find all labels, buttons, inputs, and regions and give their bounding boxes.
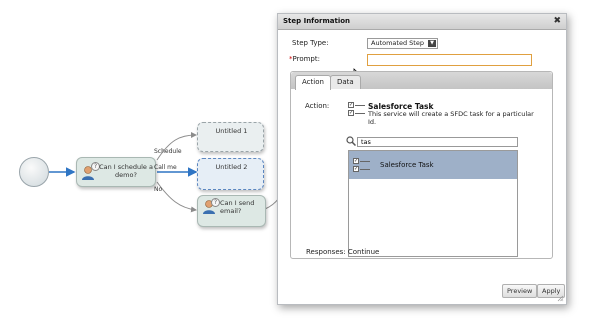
responses-label: Responses: xyxy=(306,248,346,256)
preview-button[interactable]: Preview xyxy=(502,284,538,298)
node-untitled-1[interactable]: Untitled 1 xyxy=(197,122,264,152)
dialog-title: Step Information xyxy=(283,17,351,25)
node-label: Can I schedule a demo? xyxy=(99,163,153,179)
checkbox-icon[interactable]: ✓ xyxy=(348,110,354,116)
prompt-input[interactable] xyxy=(367,54,532,66)
divider xyxy=(355,113,365,114)
checkbox-icon[interactable]: ✓ xyxy=(353,166,359,172)
search-icon xyxy=(346,136,356,146)
divider xyxy=(360,169,370,170)
node-label: Can I send email? xyxy=(220,199,255,215)
list-item[interactable]: ✓ ✓ Salesforce Task xyxy=(349,151,517,179)
action-description: This service will create a SFDC task for… xyxy=(368,110,534,126)
responses-row: Responses: Continue xyxy=(306,248,379,256)
tab-action[interactable]: Action xyxy=(295,75,331,90)
divider xyxy=(360,161,370,162)
checkbox-icon[interactable]: ✓ xyxy=(348,102,354,108)
resize-grip-icon[interactable] xyxy=(557,295,564,302)
question-icon: ? xyxy=(211,198,220,207)
action-checkbox-group: ✓ ✓ xyxy=(348,102,365,118)
edge-label-no: No xyxy=(154,186,163,193)
row-checkbox-group: ✓ ✓ xyxy=(353,158,370,174)
prompt-label-text: Prompt: xyxy=(292,55,320,63)
action-label: Action: xyxy=(305,102,330,110)
node-label: Untitled 2 xyxy=(215,163,248,171)
chevron-down-icon[interactable]: ▼ xyxy=(428,40,436,47)
tab-strip: Action Data xyxy=(291,72,552,90)
node-send-email[interactable]: ? Can I send email? xyxy=(197,195,266,227)
edge-label-call-me: Call me xyxy=(154,164,177,171)
node-untitled-2[interactable]: Untitled 2 xyxy=(197,158,264,190)
step-type-label: Step Type: xyxy=(292,39,329,47)
dialog-titlebar[interactable]: Step Information ✖ xyxy=(278,14,566,30)
action-search-input[interactable] xyxy=(357,137,518,147)
step-type-value: Automated Step xyxy=(371,39,424,47)
list-item-label: Salesforce Task xyxy=(380,161,434,169)
node-label: Untitled 1 xyxy=(215,127,248,135)
tab-data[interactable]: Data xyxy=(330,75,361,89)
checkbox-icon[interactable]: ✓ xyxy=(353,158,359,164)
step-information-dialog: Step Information ✖ Step Type: Automated … xyxy=(277,13,567,305)
node-schedule-demo[interactable]: ? Can I schedule a demo? xyxy=(76,157,156,187)
prompt-label: *Prompt: xyxy=(289,55,320,63)
start-node[interactable] xyxy=(19,157,49,187)
step-type-select[interactable]: Automated Step ▼ xyxy=(367,38,438,49)
edge-no xyxy=(156,181,197,213)
edge-label-schedule: Schedule xyxy=(154,148,182,155)
action-results-list[interactable]: ✓ ✓ Salesforce Task xyxy=(348,150,518,257)
responses-value: Continue xyxy=(347,248,380,256)
divider xyxy=(355,105,365,106)
tab-panel: Action Data Action: ✓ ✓ Salesforce Task … xyxy=(290,71,553,259)
close-icon[interactable]: ✖ xyxy=(553,16,561,26)
